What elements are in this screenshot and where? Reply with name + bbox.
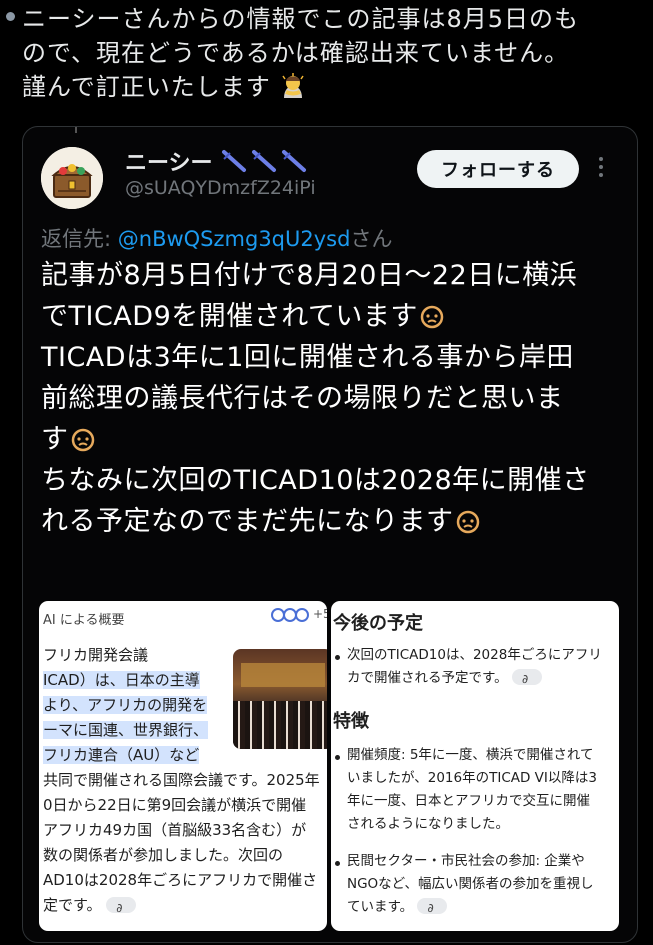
ai-line: NGOなど、幅広い関係者の参加を重視し (347, 876, 594, 892)
pleading-face-icon (420, 305, 444, 329)
section-heading: 特徴 (333, 711, 369, 732)
ai-line: フリカ連合（AU）など (43, 746, 200, 764)
body-line: 記事が8月5日付けで8月20日〜22日に横浜 (41, 260, 578, 291)
ai-line: 開催頻度: 5年に一度、横浜で開催されて (347, 747, 594, 763)
ai-line: 次回のTICAD10は、2028年ごろにアフリ (347, 647, 602, 663)
link-chip-icon[interactable] (417, 897, 448, 920)
quoted-post-text: 記事が8月5日付けで8月20日〜22日に横浜 でTICAD9を開催されています … (41, 255, 631, 542)
post-line: ニーシーさんからの情報でこの記事は8月5日のも (22, 5, 580, 33)
author-handle[interactable]: @sUAQYDmzfZ24iPi (125, 177, 316, 199)
source-count: +5 (313, 607, 327, 621)
ai-line: 年に一度、日本とアフリカで交互に開催 (347, 793, 590, 809)
ai-line: 民間セクター・市民社会の参加: 企業や (347, 853, 585, 869)
source-badges-icon (271, 607, 311, 624)
attached-image-schedule[interactable]: 今後の予定 次回のTICAD10は、2028年ごろにアフリ カで開催される予定で… (331, 601, 619, 931)
post-line: ので、現在どうであるかは確認出来ていません。 (22, 39, 570, 67)
syringe-emoji-icon (222, 150, 307, 172)
ai-line: ーマに国連、世界銀行、 (43, 721, 209, 739)
ai-line: より、アフリカの開発を (43, 696, 208, 714)
ai-line: されるようになりました。 (347, 816, 509, 832)
attached-image-ai-overview[interactable]: AI による概要 +5 フリカ開発会議 ICAD）は、日本の主導 より、アフリカ… (39, 601, 327, 931)
post-line: 謹んで訂正いたします (22, 73, 271, 101)
ai-line: アフリカ49カ国（首脳級33名含む）が (43, 821, 307, 839)
body-line: でTICAD9を開催されています (41, 301, 418, 332)
ai-line: AD10は2028年ごろにアフリカで開催さ (43, 871, 318, 889)
body-line: TICADは3年に1回に開催される事から岸田 (41, 342, 574, 373)
bullet-dot (335, 655, 340, 660)
follow-button[interactable]: フォローする (417, 150, 579, 188)
author-name-text: ニーシー (125, 151, 213, 176)
reply-to-handle[interactable]: @nBwQSzmg3qU2ysd (118, 227, 351, 251)
body-line: れる予定なのでまだ先になります (41, 506, 454, 537)
ai-line: いましたが、2016年のTICAD VI以降は3 (347, 770, 597, 786)
thread-bullet (6, 12, 15, 21)
ai-line: フリカ開発会議 (43, 646, 149, 664)
avatar[interactable] (41, 147, 103, 209)
ai-overview-title: AI による概要 (43, 613, 125, 628)
ai-line: 定です。 (43, 896, 102, 914)
pleading-face-icon (71, 428, 94, 452)
ai-line: 数の関係者が参加しました。次回の (43, 846, 284, 864)
quoted-post-card[interactable]: ニーシー @sUAQYDmzfZ24iPi フォローする 返信先: @nBwQS… (22, 126, 638, 943)
bullet-dot (335, 755, 340, 760)
link-chip-icon[interactable] (511, 668, 542, 691)
post-text: ニーシーさんからの情報でこの記事は8月5日のも ので、現在どうであるかは確認出来… (22, 2, 652, 104)
section-heading: 今後の予定 (333, 613, 423, 634)
pleading-face-icon (456, 510, 479, 534)
ai-line: 共同で開催される国際会議です。2025年 (43, 771, 320, 789)
link-chip-icon[interactable] (106, 896, 137, 920)
ai-line: ています。 (347, 899, 414, 915)
body-line: 前総理の議長代行はその場限りだと思いま (41, 383, 564, 414)
bullet-dot (335, 861, 340, 866)
reply-prefix: 返信先: (41, 227, 118, 251)
ai-line: 0日から22日に第9回会議が横浜で開催 (43, 796, 307, 814)
conference-photo (233, 649, 327, 749)
ai-line: カで開催される予定です。 (347, 670, 508, 686)
reply-to-line: 返信先: @nBwQSzmg3qU2ysdさん (41, 223, 392, 253)
body-line: す (41, 424, 69, 455)
treasure-chest-icon (41, 147, 103, 209)
card-tick-mark (75, 127, 77, 133)
reply-suffix: さん (350, 227, 393, 251)
ai-line: ICAD）は、日本の主導 (43, 671, 200, 689)
bowing-person-icon (282, 73, 305, 98)
body-line: ちなみに次回のTICAD10は2028年に開催さ (41, 465, 590, 496)
author-name[interactable]: ニーシー (125, 145, 312, 177)
more-options-icon[interactable] (595, 153, 607, 183)
